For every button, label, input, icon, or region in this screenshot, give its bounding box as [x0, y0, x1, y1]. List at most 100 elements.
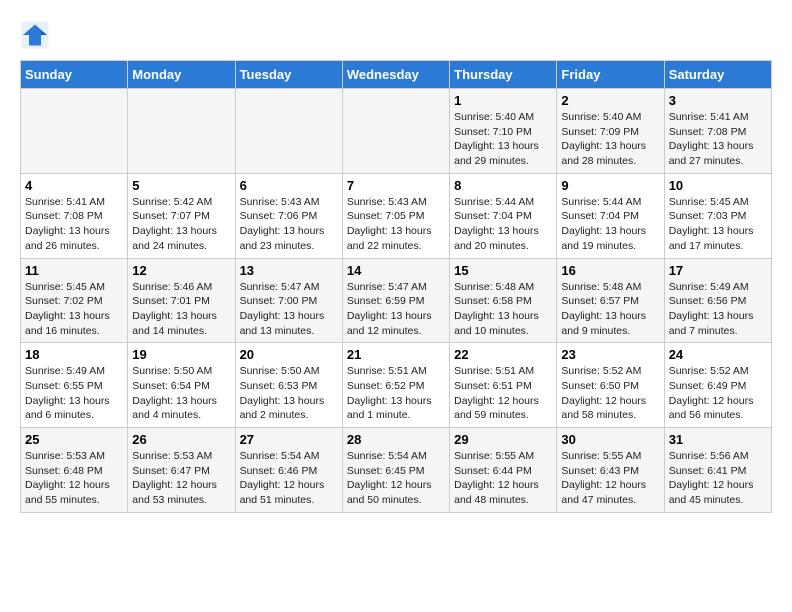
cell-content: Sunrise: 5:50 AM Sunset: 6:54 PM Dayligh…: [132, 364, 230, 423]
day-number: 3: [669, 93, 767, 108]
calendar-cell: 20Sunrise: 5:50 AM Sunset: 6:53 PM Dayli…: [235, 343, 342, 428]
calendar-cell: 27 Sunrise: 5:54 AM Sunset: 6:46 PM Dayli…: [235, 428, 342, 513]
calendar-cell: 29Sunrise: 5:55 AM Sunset: 6:44 PM Dayli…: [450, 428, 557, 513]
logo-icon: [20, 20, 50, 50]
day-number: 5: [132, 178, 230, 193]
calendar-cell: 2Sunrise: 5:40 AM Sunset: 7:09 PM Daylig…: [557, 89, 664, 174]
day-number: 28: [347, 432, 445, 447]
day-number: 14: [347, 263, 445, 278]
cell-content: Sunrise: 5:41 AM Sunset: 7:08 PM Dayligh…: [25, 195, 123, 254]
weekday-header: Thursday: [450, 61, 557, 89]
cell-content: Sunrise: 5:46 AM Sunset: 7:01 PM Dayligh…: [132, 280, 230, 339]
day-number: 30: [561, 432, 659, 447]
weekday-header: Friday: [557, 61, 664, 89]
cell-content: Sunrise: 5:45 AM Sunset: 7:02 PM Dayligh…: [25, 280, 123, 339]
calendar-cell: 6 Sunrise: 5:43 AM Sunset: 7:06 PM Daylig…: [235, 173, 342, 258]
calendar-cell: 24 Sunrise: 5:52 AM Sunset: 6:49 PM Dayli…: [664, 343, 771, 428]
calendar-week-row: 18 Sunrise: 5:49 AM Sunset: 6:55 PM Dayli…: [21, 343, 772, 428]
calendar-cell: [235, 89, 342, 174]
cell-content: Sunrise: 5:48 AM Sunset: 6:58 PM Dayligh…: [454, 280, 552, 339]
day-number: 4: [25, 178, 123, 193]
calendar-cell: 5 Sunrise: 5:42 AM Sunset: 7:07 PM Daylig…: [128, 173, 235, 258]
day-number: 8: [454, 178, 552, 193]
cell-content: Sunrise: 5:51 AM Sunset: 6:51 PM Dayligh…: [454, 364, 552, 423]
cell-content: Sunrise: 5:55 AM Sunset: 6:43 PM Dayligh…: [561, 449, 659, 508]
calendar-week-row: 11 Sunrise: 5:45 AM Sunset: 7:02 PM Dayli…: [21, 258, 772, 343]
day-number: 19: [132, 347, 230, 362]
calendar-cell: 4 Sunrise: 5:41 AM Sunset: 7:08 PM Daylig…: [21, 173, 128, 258]
weekday-header: Monday: [128, 61, 235, 89]
day-number: 9: [561, 178, 659, 193]
day-number: 21: [347, 347, 445, 362]
day-number: 23: [561, 347, 659, 362]
cell-content: Sunrise: 5:50 AM Sunset: 6:53 PM Dayligh…: [240, 364, 338, 423]
day-number: 11: [25, 263, 123, 278]
day-number: 2: [561, 93, 659, 108]
day-number: 26: [132, 432, 230, 447]
calendar-cell: 28Sunrise: 5:54 AM Sunset: 6:45 PM Dayli…: [342, 428, 449, 513]
cell-content: Sunrise: 5:54 AM Sunset: 6:46 PM Dayligh…: [240, 449, 338, 508]
day-number: 6: [240, 178, 338, 193]
day-number: 17: [669, 263, 767, 278]
day-number: 27: [240, 432, 338, 447]
calendar-cell: 19 Sunrise: 5:50 AM Sunset: 6:54 PM Dayli…: [128, 343, 235, 428]
day-number: 25: [25, 432, 123, 447]
calendar-cell: 10 Sunrise: 5:45 AM Sunset: 7:03 PM Dayli…: [664, 173, 771, 258]
day-number: 16: [561, 263, 659, 278]
calendar-cell: 21Sunrise: 5:51 AM Sunset: 6:52 PM Dayli…: [342, 343, 449, 428]
calendar-week-row: 25 Sunrise: 5:53 AM Sunset: 6:48 PM Dayli…: [21, 428, 772, 513]
cell-content: Sunrise: 5:44 AM Sunset: 7:04 PM Dayligh…: [561, 195, 659, 254]
cell-content: Sunrise: 5:44 AM Sunset: 7:04 PM Dayligh…: [454, 195, 552, 254]
calendar-week-row: 4 Sunrise: 5:41 AM Sunset: 7:08 PM Daylig…: [21, 173, 772, 258]
calendar-cell: [128, 89, 235, 174]
cell-content: Sunrise: 5:52 AM Sunset: 6:49 PM Dayligh…: [669, 364, 767, 423]
calendar-cell: 17 Sunrise: 5:49 AM Sunset: 6:56 PM Dayli…: [664, 258, 771, 343]
day-number: 7: [347, 178, 445, 193]
calendar-cell: 22Sunrise: 5:51 AM Sunset: 6:51 PM Dayli…: [450, 343, 557, 428]
cell-content: Sunrise: 5:53 AM Sunset: 6:47 PM Dayligh…: [132, 449, 230, 508]
day-number: 24: [669, 347, 767, 362]
cell-content: Sunrise: 5:56 AM Sunset: 6:41 PM Dayligh…: [669, 449, 767, 508]
calendar-cell: 3 Sunrise: 5:41 AM Sunset: 7:08 PM Daylig…: [664, 89, 771, 174]
logo: [20, 20, 54, 50]
cell-content: Sunrise: 5:53 AM Sunset: 6:48 PM Dayligh…: [25, 449, 123, 508]
weekday-header: Wednesday: [342, 61, 449, 89]
weekday-header: Sunday: [21, 61, 128, 89]
page-header: [20, 20, 772, 50]
calendar-cell: 30 Sunrise: 5:55 AM Sunset: 6:43 PM Dayli…: [557, 428, 664, 513]
calendar-cell: 8 Sunrise: 5:44 AM Sunset: 7:04 PM Daylig…: [450, 173, 557, 258]
cell-content: Sunrise: 5:41 AM Sunset: 7:08 PM Dayligh…: [669, 110, 767, 169]
calendar-cell: 14 Sunrise: 5:47 AM Sunset: 6:59 PM Dayli…: [342, 258, 449, 343]
cell-content: Sunrise: 5:42 AM Sunset: 7:07 PM Dayligh…: [132, 195, 230, 254]
weekday-header: Tuesday: [235, 61, 342, 89]
calendar-cell: [21, 89, 128, 174]
cell-content: Sunrise: 5:49 AM Sunset: 6:56 PM Dayligh…: [669, 280, 767, 339]
calendar-cell: 16 Sunrise: 5:48 AM Sunset: 6:57 PM Dayli…: [557, 258, 664, 343]
day-number: 10: [669, 178, 767, 193]
cell-content: Sunrise: 5:49 AM Sunset: 6:55 PM Dayligh…: [25, 364, 123, 423]
day-number: 1: [454, 93, 552, 108]
calendar-cell: 12 Sunrise: 5:46 AM Sunset: 7:01 PM Dayli…: [128, 258, 235, 343]
day-number: 31: [669, 432, 767, 447]
calendar-cell: 7Sunrise: 5:43 AM Sunset: 7:05 PM Daylig…: [342, 173, 449, 258]
calendar-week-row: 1 Sunrise: 5:40 AM Sunset: 7:10 PM Daylig…: [21, 89, 772, 174]
calendar-cell: 13 Sunrise: 5:47 AM Sunset: 7:00 PM Dayli…: [235, 258, 342, 343]
day-number: 15: [454, 263, 552, 278]
calendar-table: SundayMondayTuesdayWednesdayThursdayFrid…: [20, 60, 772, 513]
calendar-header-row: SundayMondayTuesdayWednesdayThursdayFrid…: [21, 61, 772, 89]
calendar-cell: 31 Sunrise: 5:56 AM Sunset: 6:41 PM Dayli…: [664, 428, 771, 513]
day-number: 12: [132, 263, 230, 278]
weekday-header: Saturday: [664, 61, 771, 89]
calendar-cell: [342, 89, 449, 174]
day-number: 13: [240, 263, 338, 278]
calendar-cell: 26 Sunrise: 5:53 AM Sunset: 6:47 PM Dayli…: [128, 428, 235, 513]
cell-content: Sunrise: 5:45 AM Sunset: 7:03 PM Dayligh…: [669, 195, 767, 254]
cell-content: Sunrise: 5:40 AM Sunset: 7:10 PM Dayligh…: [454, 110, 552, 169]
cell-content: Sunrise: 5:48 AM Sunset: 6:57 PM Dayligh…: [561, 280, 659, 339]
cell-content: Sunrise: 5:47 AM Sunset: 7:00 PM Dayligh…: [240, 280, 338, 339]
cell-content: Sunrise: 5:43 AM Sunset: 7:06 PM Dayligh…: [240, 195, 338, 254]
day-number: 29: [454, 432, 552, 447]
cell-content: Sunrise: 5:47 AM Sunset: 6:59 PM Dayligh…: [347, 280, 445, 339]
calendar-cell: 1 Sunrise: 5:40 AM Sunset: 7:10 PM Daylig…: [450, 89, 557, 174]
day-number: 18: [25, 347, 123, 362]
